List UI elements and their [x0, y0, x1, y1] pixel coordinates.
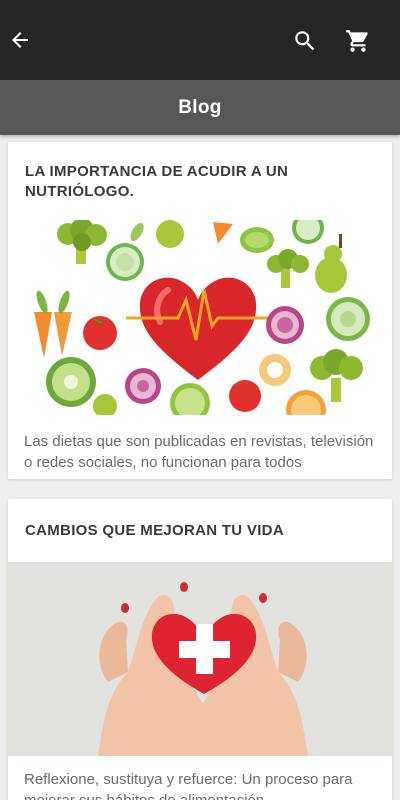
page-title: Blog	[178, 96, 222, 118]
heart-vegetables-illustration	[8, 220, 392, 415]
blog-post-card[interactable]: LA IMPORTANCIA DE ACUDIR A UN NUTRIÓLOGO…	[8, 142, 392, 479]
search-button[interactable]	[285, 21, 325, 61]
section-header: Blog	[0, 80, 400, 135]
cart-button[interactable]	[338, 21, 378, 61]
shopping-cart-icon	[346, 30, 368, 52]
blog-post-card[interactable]: CAMBIOS QUE MEJORAN TU VIDA Reflexione, …	[8, 499, 392, 800]
arrow-back-icon	[12, 32, 28, 48]
post-title: LA IMPORTANCIA DE ACUDIR A UN NUTRIÓLOGO…	[25, 163, 289, 200]
hands-holding-heart-photo	[8, 562, 392, 756]
post-title: CAMBIOS QUE MEJORAN TU VIDA	[25, 522, 284, 539]
search-icon	[295, 31, 315, 51]
app-bar	[0, 0, 400, 80]
back-button[interactable]	[0, 20, 40, 60]
post-excerpt: Reflexione, sustituya y refuerce: Un pro…	[24, 771, 353, 800]
post-excerpt: Las dietas que son publicadas en revista…	[24, 433, 374, 471]
